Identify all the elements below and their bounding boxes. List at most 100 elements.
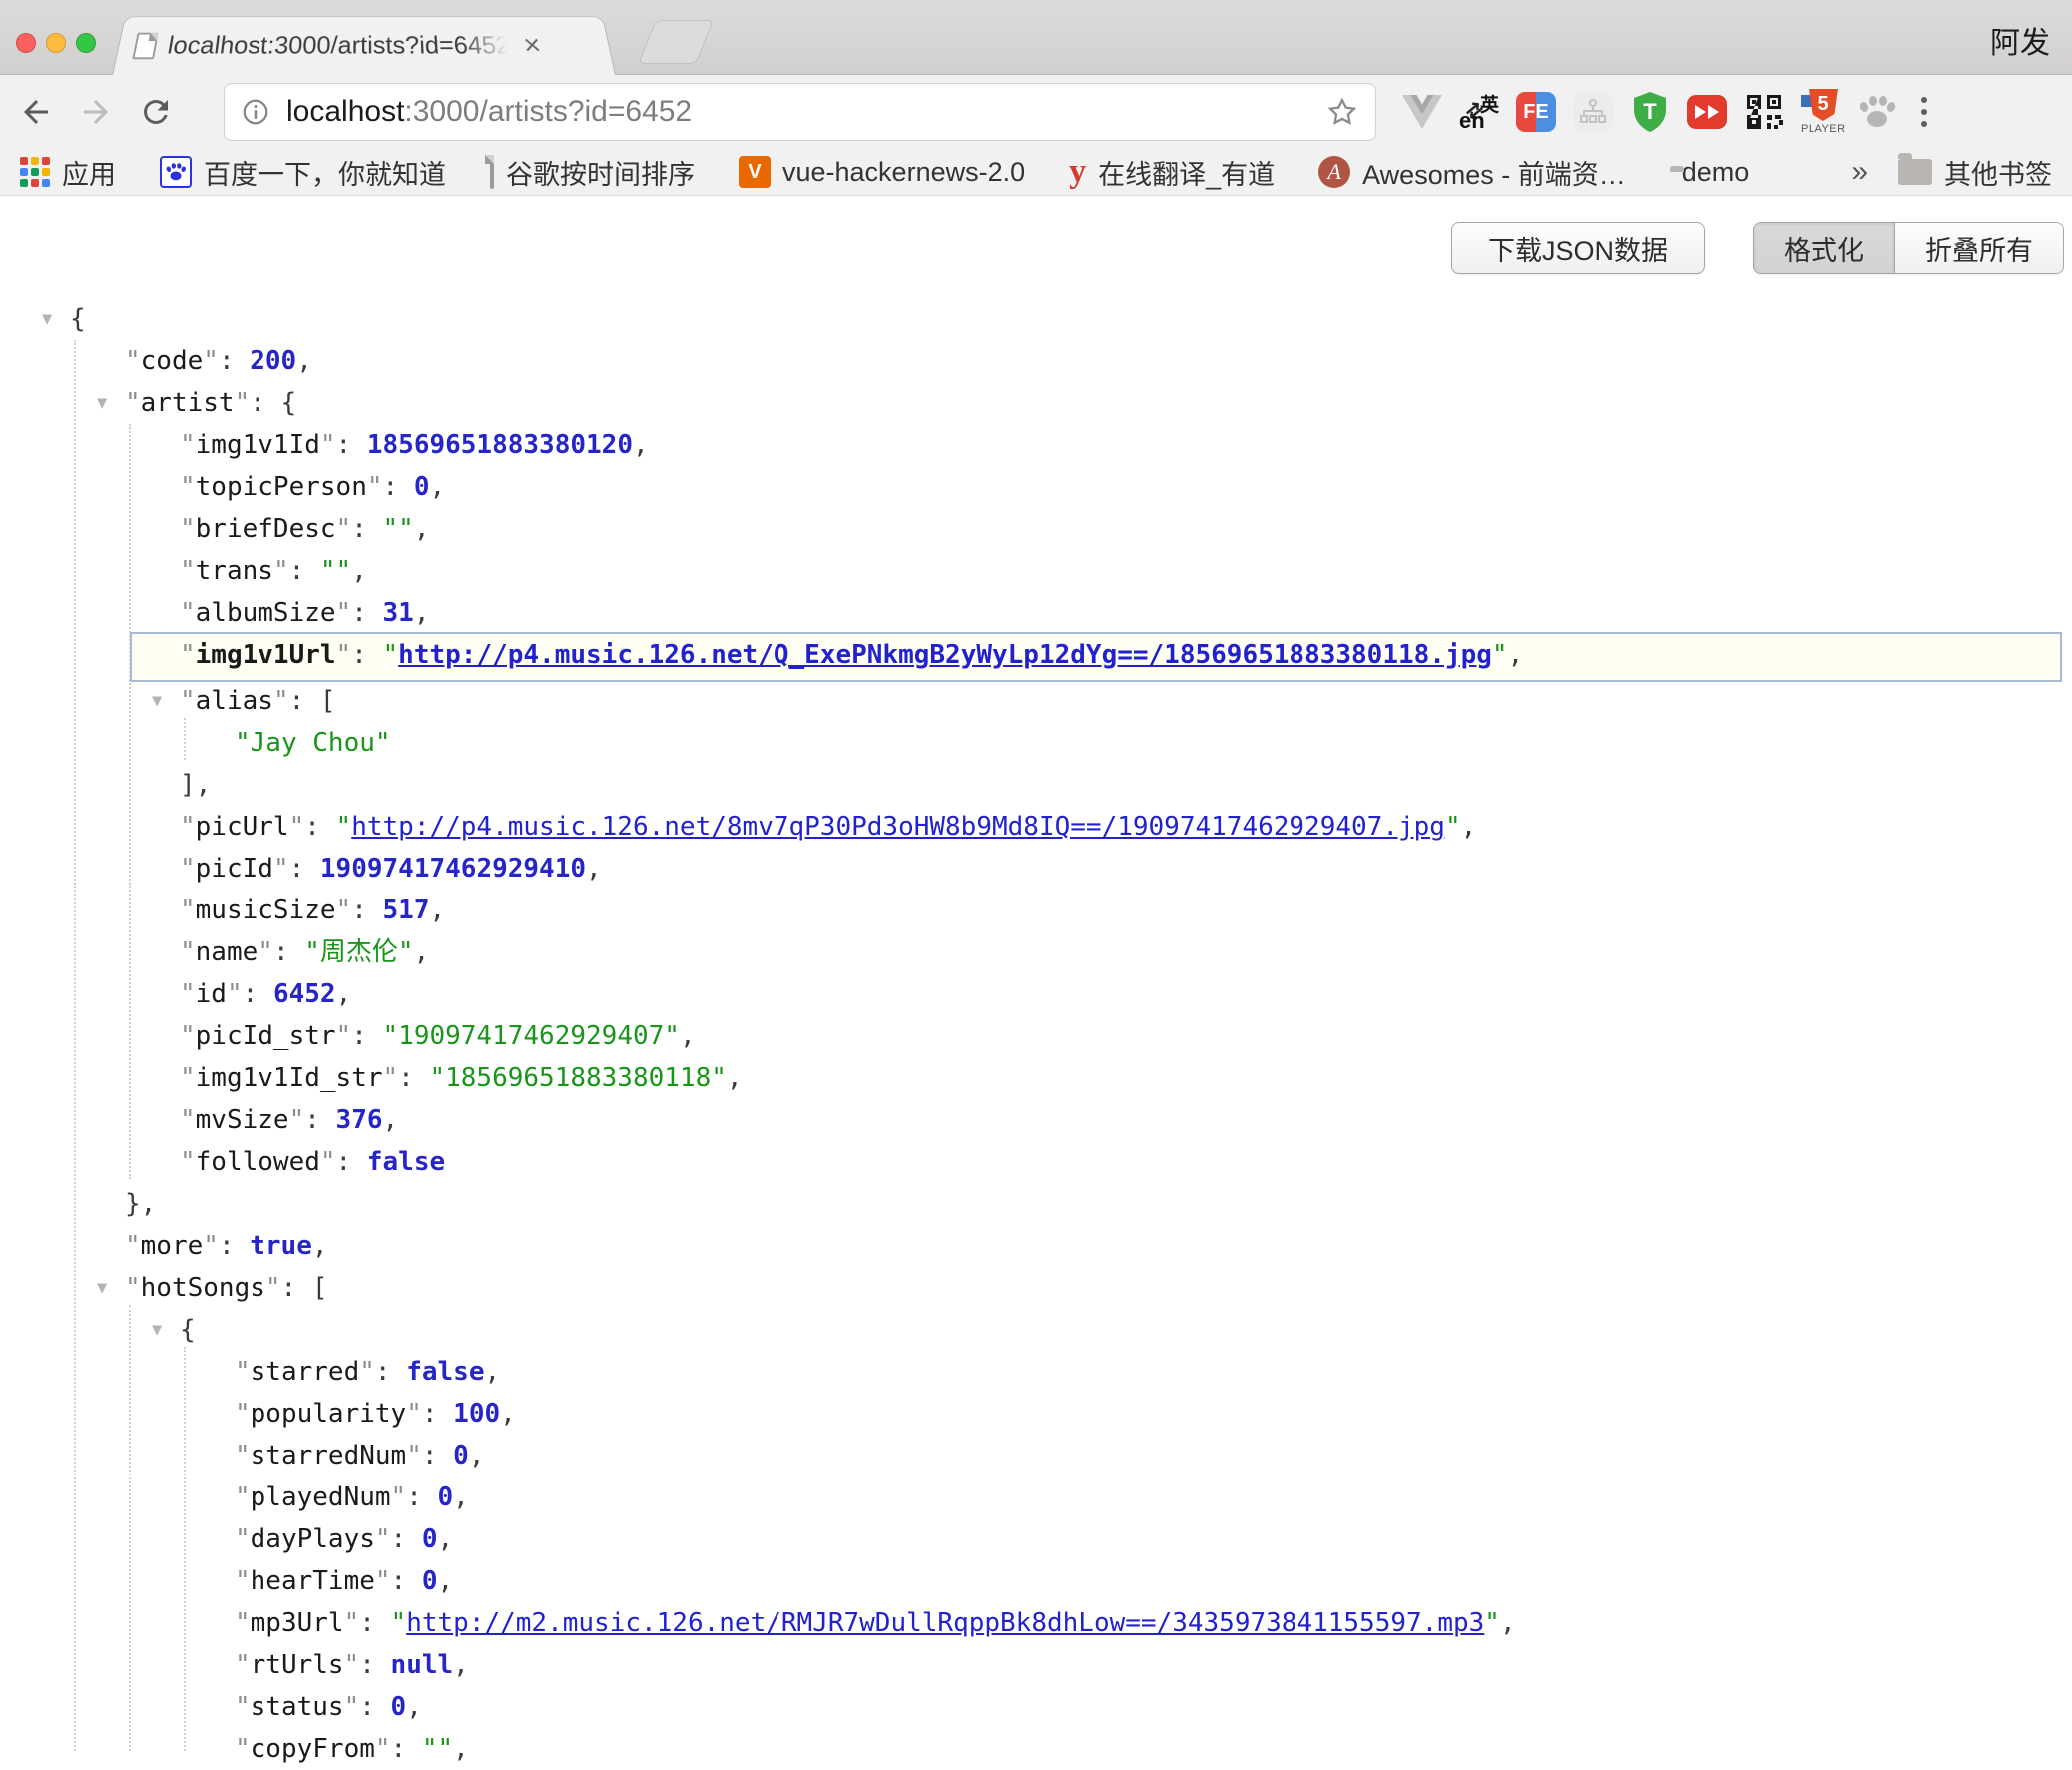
collapse-triangle-icon[interactable]: ▼: [152, 1309, 162, 1351]
translate-icon[interactable]: 英⇄en: [1459, 90, 1499, 134]
json-comma: ,: [469, 1441, 485, 1471]
json-url-link[interactable]: http://m2.music.126.net/RMJR7wDullRqppBk…: [406, 1608, 1484, 1638]
json-colon: :: [406, 1482, 437, 1512]
json-quote: ": [1492, 640, 1508, 670]
json-colon: :: [391, 1566, 422, 1596]
json-colon: :: [422, 1399, 453, 1429]
json-line: ▼{: [0, 298, 2072, 340]
json-line: "dayPlays": 0,: [0, 1518, 2072, 1560]
json-quote: ": [125, 1273, 141, 1303]
json-comma: ,: [680, 1021, 696, 1051]
browser-tab[interactable]: localhost:3000/artists?id=6452 ×: [112, 16, 616, 75]
video-play-icon[interactable]: [1687, 90, 1727, 134]
json-colon: :: [243, 979, 273, 1009]
window-zoom-button[interactable]: [76, 33, 96, 53]
json-quote: ": [203, 1231, 219, 1261]
fe-helper-icon[interactable]: FE: [1516, 90, 1556, 134]
browser-menu-icon[interactable]: [1911, 97, 1937, 127]
json-line: "popularity": 100,: [0, 1393, 2072, 1435]
collapse-triangle-icon[interactable]: ▼: [97, 1267, 107, 1309]
json-quote: ": [180, 1021, 196, 1051]
bookmark-item[interactable]: 谷歌按时间排序: [490, 153, 695, 192]
json-quote: ": [359, 1357, 375, 1387]
json-quote: ": [375, 1566, 391, 1596]
vue-devtools-icon[interactable]: [1402, 90, 1442, 134]
json-url-link[interactable]: http://p4.music.126.net/Q_ExePNkmgB2yWyL…: [398, 640, 1492, 670]
reload-button[interactable]: [134, 90, 178, 134]
bookmark-item[interactable]: y在线翻译_有道: [1069, 153, 1275, 192]
bookmark-item[interactable]: 百度一下，你就知道: [160, 153, 446, 192]
json-key: name: [196, 937, 259, 967]
json-quote: ": [289, 812, 305, 842]
json-key: status: [251, 1692, 344, 1722]
tab-title: localhost:3000/artists?id=6452: [166, 31, 512, 60]
sitemap-icon[interactable]: [1573, 90, 1613, 134]
json-quote: ": [180, 854, 196, 884]
json-line: "mp3Url": "http://m2.music.126.net/RMJR7…: [0, 1602, 2072, 1644]
window-close-button[interactable]: [16, 33, 36, 53]
json-comma: ,: [586, 854, 602, 884]
bookmark-label: demo: [1682, 157, 1750, 188]
json-quote: ": [289, 1105, 305, 1135]
bookmark-item[interactable]: 应用: [20, 153, 116, 192]
youdao-icon: y: [1069, 155, 1086, 189]
json-colon: :: [219, 346, 250, 376]
json-quote: ": [344, 1650, 360, 1680]
json-key: img1v1Id_str: [196, 1063, 383, 1093]
json-colon: :: [359, 1692, 390, 1722]
json-key: img1v1Id: [196, 430, 320, 460]
json-comma: ,: [429, 895, 445, 925]
back-button[interactable]: [14, 90, 58, 134]
collapse-triangle-icon[interactable]: ▼: [97, 382, 107, 424]
json-comma: ,: [438, 1566, 454, 1596]
json-value: 0: [391, 1692, 407, 1722]
window-minimize-button[interactable]: [46, 33, 66, 53]
json-line: "albumSize": 31,: [0, 592, 2072, 634]
json-key: dayPlays: [251, 1524, 375, 1554]
json-url-link[interactable]: http://p4.music.126.net/8mv7qP30Pd3oHW8b…: [351, 812, 1445, 842]
bookmarks-overflow-icon[interactable]: »: [1851, 155, 1868, 189]
json-key: more: [141, 1231, 204, 1261]
json-quote: ": [336, 1021, 352, 1051]
json-value: 19097417462929410: [320, 854, 586, 884]
json-value: false: [406, 1357, 484, 1387]
tampermonkey-icon[interactable]: T: [1630, 90, 1670, 134]
json-line: "code": 200,: [0, 340, 2072, 382]
json-key: picUrl: [196, 812, 289, 842]
json-colon: :: [383, 472, 414, 502]
json-colon: :: [351, 598, 382, 628]
json-comma: ,: [727, 1063, 743, 1093]
bookmark-item[interactable]: demo: [1670, 157, 1750, 188]
html5-player-icon[interactable]: 5PLAYER: [1801, 90, 1840, 134]
page-info-icon[interactable]: [241, 97, 270, 127]
json-quote: ": [235, 1524, 251, 1554]
collapse-triangle-icon[interactable]: ▼: [152, 680, 162, 722]
profile-name[interactable]: 阿发: [1990, 18, 2050, 62]
json-key: picId_str: [196, 1021, 336, 1051]
new-tab-button[interactable]: [638, 20, 714, 64]
bookmark-item[interactable]: Vvue-hackernews-2.0: [739, 156, 1025, 188]
tab-close-icon[interactable]: ×: [522, 31, 543, 59]
awesomes-icon: A: [1318, 156, 1350, 188]
address-bar[interactable]: localhost:3000/artists?id=6452: [224, 83, 1376, 141]
bookmark-star-icon[interactable]: [1325, 95, 1359, 129]
forward-button[interactable]: [74, 90, 118, 134]
json-key: briefDesc: [196, 514, 336, 544]
json-key: hotSongs: [141, 1273, 265, 1303]
bookmark-item[interactable]: AAwesomes - 前端资…: [1318, 153, 1626, 192]
json-quote: ": [235, 1608, 251, 1638]
other-bookmarks-folder[interactable]: 其他书签: [1898, 153, 2052, 192]
qr-code-icon[interactable]: [1744, 90, 1784, 134]
json-line: ▼{: [0, 1309, 2072, 1351]
json-key: rtUrls: [251, 1650, 344, 1680]
json-line: "name": "周杰伦",: [0, 931, 2072, 973]
json-line: ▼"hotSongs": [: [0, 1267, 2072, 1309]
json-quote: ": [235, 1734, 251, 1764]
paw-icon[interactable]: [1857, 90, 1897, 134]
json-line: "starredNum": 0,: [0, 1435, 2072, 1476]
tab-strip: localhost:3000/artists?id=6452 × 阿发: [0, 0, 2072, 75]
json-quote: ": [344, 1692, 360, 1722]
collapse-triangle-icon[interactable]: ▼: [42, 298, 52, 340]
json-quote: ": [180, 640, 196, 670]
json-quote: ": [180, 1147, 196, 1177]
